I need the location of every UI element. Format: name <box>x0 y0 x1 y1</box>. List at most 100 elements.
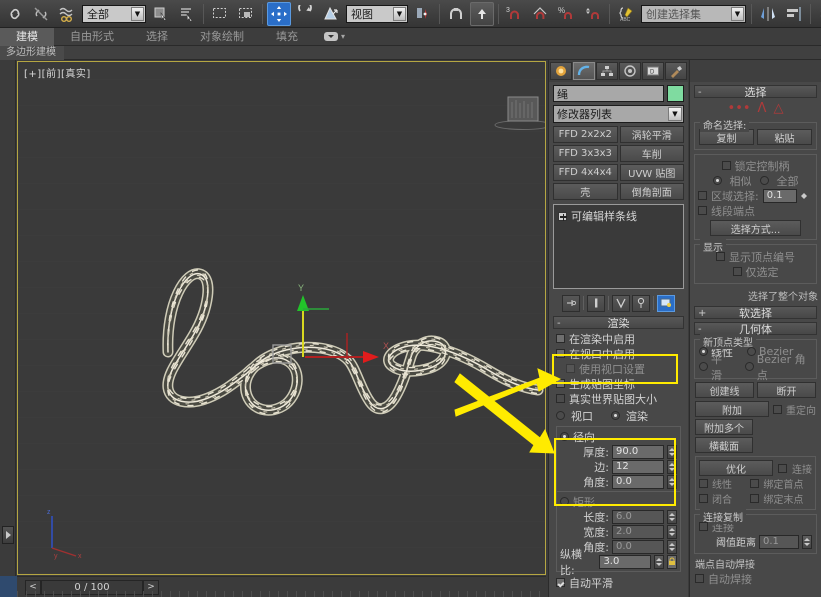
chevron-down-icon[interactable]: ▼ <box>393 7 406 21</box>
aspect-field[interactable]: 3.0 <box>599 555 651 569</box>
bind-last-checkbox[interactable] <box>750 494 759 503</box>
chevron-down-icon[interactable]: ▼ <box>668 107 682 121</box>
refine-button[interactable]: 优化 <box>699 460 773 476</box>
bind-space-warp-icon[interactable] <box>55 2 79 26</box>
cross-section-button[interactable]: 横截面 <box>695 437 753 453</box>
remove-modifier-icon[interactable] <box>632 295 650 312</box>
attach-button[interactable]: 附加 <box>695 401 769 417</box>
chevron-down-icon[interactable] <box>324 32 338 41</box>
refine-linear-checkbox[interactable] <box>699 479 708 488</box>
all-radio[interactable] <box>760 176 769 185</box>
transform-gizmo[interactable]: Y X <box>243 237 443 377</box>
similar-radio[interactable] <box>713 176 722 185</box>
ribbon-subtab-polygon-modeling[interactable]: 多边形建模 <box>0 46 64 60</box>
generate-mapping-coords-checkbox[interactable] <box>556 379 565 388</box>
modifier-stack[interactable]: 可编辑样条线 <box>553 204 684 289</box>
area-selection-field[interactable]: 0.1 <box>763 189 797 203</box>
rectangular-radio[interactable] <box>560 497 569 506</box>
area-selection-stepper[interactable] <box>801 193 807 199</box>
viewport-front[interactable]: [+][前][真实] <box>17 61 546 575</box>
thickness-spinner-row[interactable]: 厚度: 90.0 <box>560 444 677 459</box>
ribbon-tab-modeling[interactable]: 建模 <box>0 28 54 46</box>
chevron-down-icon[interactable]: ▼ <box>131 7 144 21</box>
vertex-type-row-2[interactable]: 平滑 Bezier 角点 <box>699 359 812 374</box>
sides-stepper[interactable] <box>667 460 677 474</box>
thickness-field[interactable]: 90.0 <box>612 445 664 459</box>
modify-tab[interactable] <box>573 62 595 80</box>
ribbon-tab-freeform[interactable]: 自由形式 <box>54 28 130 46</box>
select-object-icon[interactable] <box>149 2 173 26</box>
rectangular-selection-region-icon[interactable] <box>208 2 232 26</box>
ribbon-tab-selection[interactable]: 选择 <box>130 28 184 46</box>
snap-3d-icon[interactable]: 3 <box>503 2 527 26</box>
vertex-smooth-radio[interactable] <box>699 362 708 371</box>
render-rollout-header[interactable]: - 渲染 <box>553 316 684 329</box>
vertex-icon[interactable]: ••• <box>728 101 751 116</box>
window-crossing-icon[interactable] <box>234 2 258 26</box>
layer-manager-icon[interactable] <box>815 2 821 26</box>
radial-radio[interactable] <box>560 432 569 441</box>
object-name-field[interactable]: 绳 <box>553 85 664 102</box>
spinner-snap-toggle-icon[interactable] <box>581 2 605 26</box>
angle-snap-toggle-icon[interactable] <box>529 2 553 26</box>
modifier-list-combo[interactable]: 修改器列表 ▼ <box>553 105 684 123</box>
segment-end-row[interactable]: 线段端点 <box>698 203 813 218</box>
lock-handles-row[interactable]: 锁定控制柄 <box>698 158 813 173</box>
expand-plus-icon[interactable] <box>558 212 567 221</box>
show-vertex-numbers-checkbox[interactable] <box>716 252 725 261</box>
viewport-render-radio-row[interactable]: 视口 渲染 <box>556 408 681 423</box>
connect-checkbox[interactable] <box>778 464 787 473</box>
chevron-down-icon[interactable]: ▼ <box>731 7 744 21</box>
thickness-stepper[interactable] <box>667 445 677 459</box>
lock-handles-checkbox[interactable] <box>722 161 731 170</box>
selection-rollout-header[interactable]: - 选择 <box>694 85 817 98</box>
modifier-btn-turbosmooth[interactable]: 涡轮平滑 <box>620 126 685 143</box>
select-and-rotate-icon[interactable] <box>293 2 317 26</box>
object-color-swatch[interactable] <box>667 85 684 102</box>
stack-item-editable-spline[interactable]: 可编辑样条线 <box>556 207 681 225</box>
aspect-stepper[interactable] <box>654 555 664 569</box>
align-icon[interactable] <box>782 2 806 26</box>
motion-tab[interactable] <box>619 62 641 80</box>
modifier-btn-bevel-profile[interactable]: 倒角剖面 <box>620 183 685 200</box>
segment-end-checkbox[interactable] <box>698 206 707 215</box>
enable-in-viewport-row[interactable]: 在视口中启用 <box>556 346 681 361</box>
unlink-icon[interactable] <box>29 2 53 26</box>
modifier-btn-ffd3[interactable]: FFD 3x3x3 <box>553 145 618 162</box>
display-tab[interactable]: D <box>642 62 664 80</box>
dropdown-caret-icon[interactable]: ▾ <box>341 32 345 41</box>
auto-weld-row[interactable]: 自动焊接 <box>695 571 816 586</box>
modifier-btn-ffd4[interactable]: FFD 4x4x4 <box>553 164 618 181</box>
reference-coordinate-system-combo[interactable]: 视图 ▼ <box>346 5 408 23</box>
closed-row[interactable]: 闭合 <box>699 491 750 506</box>
modifier-btn-lathe[interactable]: 车削 <box>620 145 685 162</box>
expand-left-panel-button[interactable] <box>2 526 14 544</box>
show-end-result-icon[interactable] <box>587 295 605 312</box>
create-tab[interactable] <box>550 62 572 80</box>
sides-field[interactable]: 12 <box>612 460 664 474</box>
ribbon-tab-object-paint[interactable]: 对象绘制 <box>184 28 260 46</box>
named-selection-set-combo[interactable]: 创建选择集 ▼ <box>641 5 746 23</box>
radial-angle-field[interactable]: 0.0 <box>612 475 664 489</box>
modifier-btn-shell[interactable]: 壳 <box>553 183 618 200</box>
real-world-map-size-checkbox[interactable] <box>556 394 565 403</box>
auto-smooth-checkbox[interactable] <box>556 578 565 587</box>
snaps-toggle-icon[interactable] <box>444 2 468 26</box>
selected-only-checkbox[interactable] <box>733 267 742 276</box>
select-and-move-icon[interactable] <box>267 2 291 26</box>
link-icon[interactable] <box>3 2 27 26</box>
enable-in-viewport-checkbox[interactable] <box>556 349 565 358</box>
radial-angle-stepper[interactable] <box>667 475 677 489</box>
area-selection-checkbox[interactable] <box>698 191 707 200</box>
utilities-tab[interactable] <box>665 62 687 80</box>
sides-spinner-row[interactable]: 边: 12 <box>560 459 677 474</box>
make-unique-icon[interactable] <box>612 295 630 312</box>
ribbon-overflow-menu[interactable]: ▾ <box>324 32 345 41</box>
snap-toggle-raised-icon[interactable] <box>470 2 494 26</box>
selection-filter-combo[interactable]: 全部 ▼ <box>82 5 146 23</box>
modifier-btn-ffd2[interactable]: FFD 2x2x2 <box>553 126 618 143</box>
enable-in-renderer-checkbox[interactable] <box>556 334 565 343</box>
use-pivot-point-center-icon[interactable] <box>411 2 435 26</box>
vertex-bezier-corner-radio[interactable] <box>745 362 754 371</box>
auto-weld-checkbox[interactable] <box>695 574 704 583</box>
